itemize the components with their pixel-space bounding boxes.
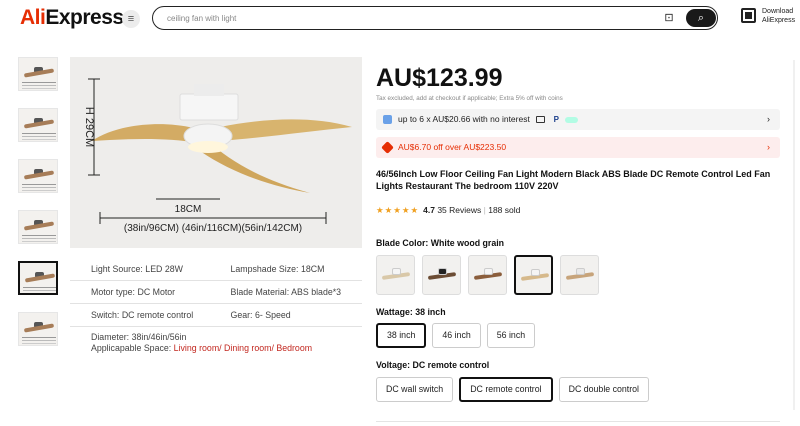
blade-color-swatch[interactable]	[376, 255, 415, 295]
width-label: 18CM	[175, 204, 202, 215]
wattage-option[interactable]: 38 inch	[376, 323, 427, 348]
menu-icon[interactable]: ≡	[122, 10, 140, 28]
spec-row: Motor type: DC Motor Blade Material: ABS…	[70, 281, 362, 304]
installment-icon	[383, 115, 392, 124]
gallery-thumbnail[interactable]	[18, 312, 58, 346]
wattage-options: 38 inch 46 inch 56 inch	[376, 323, 541, 348]
scrollbar[interactable]	[793, 60, 795, 410]
gallery-thumbnail[interactable]	[18, 210, 58, 244]
qr-code-icon[interactable]	[741, 8, 756, 23]
afterpay-icon	[565, 116, 579, 123]
card-icon	[536, 116, 546, 124]
main-product-image[interactable]: H 29CM 18CM (38in/96CM) (46in/116CM)(56i…	[70, 57, 362, 248]
spec-diameter: Diameter: 38in/46in/56in	[91, 332, 187, 342]
blade-color-swatch[interactable]	[514, 255, 553, 295]
wattage-option[interactable]: 56 inch	[486, 323, 536, 348]
product-title: 46/56Inch Low Floor Ceiling Fan Light Mo…	[376, 169, 771, 191]
gallery-thumbnails	[18, 57, 60, 363]
download-app-link[interactable]: Download AliExpress	[762, 7, 795, 25]
sizes-label: (38in/96CM) (46in/116CM)(56in/142CM)	[124, 223, 302, 234]
divider	[376, 421, 780, 422]
rating-row[interactable]: ★★★★★ 4.7 35 Reviews | 188 sold	[376, 205, 520, 216]
blade-color-swatch[interactable]	[422, 255, 461, 295]
rating-value: 4.7	[423, 205, 435, 215]
voltage-options: DC wall switch DC remote control DC double…	[376, 377, 655, 402]
blade-color-options	[376, 255, 606, 295]
spec-table: Light Source: LED 28W Lampshade Size: 18…	[70, 258, 362, 354]
blade-color-swatch[interactable]	[560, 255, 599, 295]
review-count[interactable]: 35 Reviews	[437, 205, 481, 215]
wattage-option[interactable]: 46 inch	[432, 323, 481, 348]
aliexpress-logo[interactable]: AliExpress	[20, 6, 124, 30]
spec-row: Light Source: LED 28W Lampshade Size: 18…	[70, 258, 362, 281]
star-rating-icon: ★★★★★	[376, 205, 420, 215]
price: AU$123.99	[376, 64, 503, 92]
chevron-right-icon: ›	[767, 142, 770, 152]
blade-color-label: Blade Color: White wood grain	[376, 238, 505, 248]
fan-illustration: H 29CM 18CM (38in/96CM) (46in/116CM)(56i…	[83, 78, 352, 234]
camera-search-icon[interactable]: ⊡	[661, 10, 677, 26]
installment-banner[interactable]: up to 6 x AU$20.66 with no interest P ›	[376, 109, 780, 130]
gallery-thumbnail[interactable]	[18, 57, 58, 91]
chevron-right-icon: ›	[767, 114, 770, 124]
voltage-label: Voltage: DC remote control	[376, 360, 490, 370]
gallery-thumbnail[interactable]	[18, 261, 58, 295]
tax-note: Tax excluded, add at checkout if applica…	[376, 95, 563, 102]
paypal-icon: P	[553, 115, 559, 125]
wattage-label: Wattage: 38 inch	[376, 307, 446, 317]
voltage-option[interactable]: DC remote control	[459, 377, 553, 402]
tag-icon	[381, 141, 394, 154]
gallery-thumbnail[interactable]	[18, 108, 58, 142]
height-label: H 29CM	[83, 107, 95, 147]
voltage-option[interactable]: DC wall switch	[376, 377, 454, 402]
search-button[interactable]: ⌕	[686, 9, 716, 27]
sold-count: 188 sold	[488, 205, 521, 215]
search-bar: ⊡ ⌕	[152, 6, 718, 30]
blade-color-swatch[interactable]	[468, 255, 507, 295]
voltage-option[interactable]: DC double control	[558, 377, 650, 402]
top-header: AliExpress ≡ ⊡ ⌕ Download AliExpress	[0, 0, 800, 40]
spec-row: Switch: DC remote control Gear: 6- Speed	[70, 304, 362, 327]
discount-banner[interactable]: AU$6.70 off over AU$223.50 ›	[376, 137, 780, 158]
search-input[interactable]	[167, 10, 647, 26]
spec-space: Applicapable Space: Living room/ Dining …	[91, 343, 313, 353]
gallery-thumbnail[interactable]	[18, 159, 58, 193]
